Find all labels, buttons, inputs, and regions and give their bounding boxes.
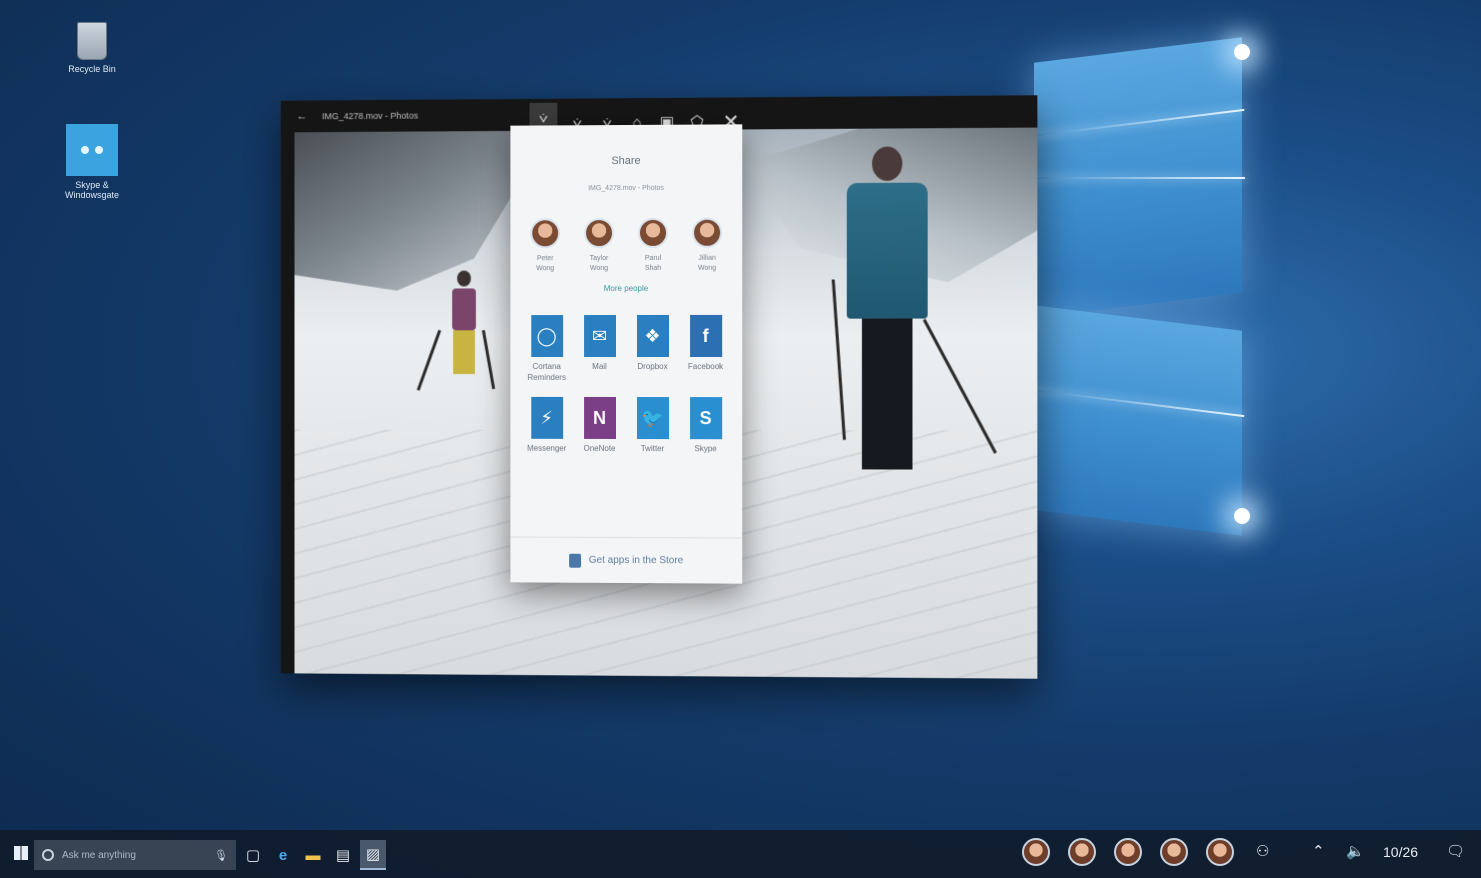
file-explorer-icon[interactable]: ▬	[300, 840, 326, 870]
avatar	[530, 218, 560, 248]
person-jillian-wong[interactable]: Jillian Wong	[681, 218, 733, 274]
taskbar: Ask me anything 🎙 ▢ e ▬ ▤ ▨ ⚇ ⌃ 🔈 10/26 …	[0, 830, 1481, 878]
photos-app-icon[interactable]: ▨	[360, 840, 386, 870]
pinned-contact-avatar[interactable]	[1114, 838, 1142, 866]
app-label: Cortana Reminders	[520, 361, 573, 383]
onenote-icon: N	[584, 397, 616, 439]
share-title: Share	[510, 124, 742, 167]
skier-large	[837, 146, 938, 469]
share-apps-grid: ◯ Cortana Reminders ✉ Mail ❖ Dropbox f F…	[510, 315, 742, 454]
action-center-icon[interactable]: 🗨	[1446, 842, 1465, 860]
share-app-cortana[interactable]: ◯ Cortana Reminders	[520, 315, 573, 383]
window-title: IMG_4278.mov - Photos	[322, 111, 418, 122]
windows-hero-logo	[1030, 30, 1250, 530]
app-label: Mail	[573, 361, 626, 372]
person-name: Wong	[573, 264, 625, 274]
search-placeholder: Ask me anything	[62, 850, 136, 861]
people-icon[interactable]: ⚇	[1256, 842, 1269, 860]
pinned-contact-avatar[interactable]	[1206, 838, 1234, 866]
recycle-bin-icon	[77, 22, 107, 60]
cortana-search-box[interactable]: Ask me anything 🎙	[34, 840, 236, 870]
store-bag-icon	[569, 553, 581, 567]
get-apps-store-link[interactable]: Get apps in the Store	[510, 536, 742, 583]
cortana-circle-icon	[42, 849, 54, 861]
messenger-icon: ⚡	[531, 397, 563, 439]
pinned-contact-avatar[interactable]	[1022, 838, 1050, 866]
app-label: Dropbox	[626, 361, 679, 372]
desktop-icon-recycle-bin[interactable]: Recycle Bin	[52, 22, 132, 74]
share-app-skype[interactable]: S Skype	[679, 397, 732, 454]
desktop-icon-skype[interactable]: Skype & Windowsgate	[52, 124, 132, 200]
person-peter-wong[interactable]: Peter Wong	[519, 218, 571, 274]
hero-glow	[1234, 508, 1250, 524]
avatar	[638, 218, 668, 248]
back-arrow-icon[interactable]: ←	[296, 110, 307, 122]
share-app-onenote[interactable]: N OneNote	[573, 397, 626, 454]
person-taylor-wong[interactable]: Taylor Wong	[573, 218, 625, 274]
person-name: Peter	[519, 254, 571, 264]
app-label: Twitter	[626, 443, 679, 454]
person-name: Wong	[519, 264, 571, 274]
cortana-icon: ◯	[531, 315, 563, 357]
share-people: Peter Wong Taylor Wong Parul Shah Jillia…	[510, 218, 742, 275]
dropbox-icon: ❖	[636, 315, 668, 357]
person-name: Jillian	[681, 254, 733, 264]
share-panel: Share IMG_4278.mov - Photos Peter Wong T…	[510, 124, 742, 583]
avatar	[692, 218, 722, 248]
chevron-up-icon[interactable]: ⌃	[1312, 842, 1325, 860]
app-label: OneNote	[573, 443, 626, 454]
more-people-link[interactable]: More people	[510, 284, 742, 293]
volume-icon[interactable]: 🔈	[1346, 842, 1365, 860]
pinned-contact-avatar[interactable]	[1160, 838, 1188, 866]
share-app-facebook[interactable]: f Facebook	[679, 315, 732, 383]
desktop-icon-label: Recycle Bin	[52, 64, 132, 74]
taskbar-clock[interactable]: 10/26	[1383, 844, 1418, 860]
person-name: Parul	[627, 254, 679, 264]
share-app-messenger[interactable]: ⚡ Messenger	[520, 397, 573, 454]
pinned-contact-avatar[interactable]	[1068, 838, 1096, 866]
store-link-label: Get apps in the Store	[589, 555, 684, 566]
twitter-icon: 🐦	[636, 397, 668, 439]
skype-app-icon	[66, 124, 118, 176]
facebook-icon: f	[690, 315, 722, 357]
person-name: Wong	[681, 264, 733, 274]
hero-pane-bottom	[1034, 305, 1242, 536]
skype-icon: S	[690, 397, 722, 439]
edge-browser-icon[interactable]: e	[270, 840, 296, 870]
windows-start-icon[interactable]	[14, 846, 28, 860]
ski-pole	[417, 330, 441, 391]
hero-glow	[1234, 44, 1250, 60]
avatar	[584, 218, 614, 248]
person-parul-shah[interactable]: Parul Shah	[627, 218, 679, 274]
person-name: Shah	[627, 264, 679, 274]
task-view-icon[interactable]: ▢	[240, 840, 266, 870]
ski-pole	[482, 330, 495, 389]
pinned-people	[1022, 838, 1234, 866]
share-app-dropbox[interactable]: ❖ Dropbox	[626, 315, 679, 383]
store-icon[interactable]: ▤	[330, 840, 356, 870]
app-label: Facebook	[679, 361, 732, 372]
microphone-icon[interactable]: 🎙	[214, 849, 228, 862]
share-app-mail[interactable]: ✉ Mail	[573, 315, 626, 383]
mail-icon: ✉	[584, 315, 616, 357]
app-label: Messenger	[520, 443, 573, 454]
desktop-icon-label: Skype & Windowsgate	[52, 180, 132, 200]
share-app-twitter[interactable]: 🐦 Twitter	[626, 397, 679, 454]
skier-small	[444, 271, 484, 375]
hero-beam	[1030, 177, 1245, 179]
share-subtitle: IMG_4278.mov - Photos	[510, 185, 742, 193]
app-label: Skype	[679, 443, 732, 454]
person-name: Taylor	[573, 254, 625, 264]
